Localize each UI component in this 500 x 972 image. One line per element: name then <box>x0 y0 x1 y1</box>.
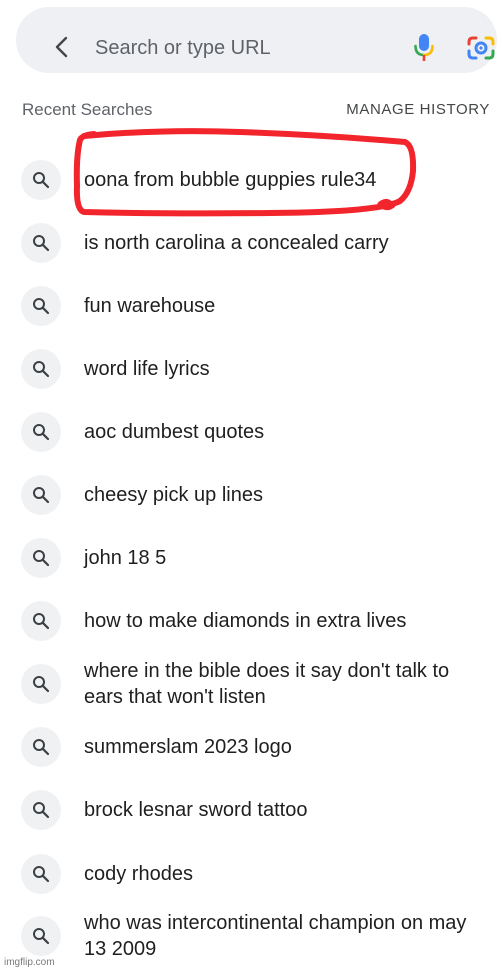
history-item-text: brock lesnar sword tattoo <box>84 799 308 821</box>
history-item-text: where in the bible does it say don't tal… <box>84 660 450 708</box>
search-icon <box>21 349 61 389</box>
history-item[interactable]: where in the bible does it say don't tal… <box>0 660 500 708</box>
google-lens-icon[interactable] <box>465 34 497 62</box>
search-icon <box>21 664 61 704</box>
history-item-text: fun warehouse <box>84 295 216 317</box>
history-item-text: summerslam 2023 logo <box>84 736 292 758</box>
search-icon <box>21 790 61 830</box>
search-icon <box>21 854 61 894</box>
imgflip-watermark: imgflip.com <box>4 957 55 968</box>
history-item-text: how to make diamonds in extra lives <box>84 610 407 632</box>
back-arrow-icon[interactable] <box>50 34 74 60</box>
history-item-text: is north carolina a concealed carry <box>84 232 389 254</box>
history-item-text: aoc dumbest quotes <box>84 421 265 443</box>
history-item[interactable]: how to make diamonds in extra lives <box>0 601 500 641</box>
history-item[interactable]: brock lesnar sword tattoo <box>0 790 500 830</box>
history-item[interactable]: summerslam 2023 logo <box>0 727 500 767</box>
search-icon <box>21 601 61 641</box>
history-item[interactable]: john 18 5 <box>0 538 500 578</box>
search-icon <box>21 223 61 263</box>
history-item[interactable]: fun warehouse <box>0 286 500 326</box>
history-item-text: word life lyrics <box>84 358 210 380</box>
history-item[interactable]: cody rhodes <box>0 854 500 894</box>
red-highlight-scribble <box>73 128 417 217</box>
history-item[interactable]: aoc dumbest quotes <box>0 412 500 452</box>
search-icon <box>21 412 61 452</box>
search-icon <box>21 727 61 767</box>
history-item[interactable]: who was intercontinental champion on may… <box>0 912 500 960</box>
search-bar[interactable] <box>16 7 497 73</box>
search-icon <box>21 916 61 956</box>
search-icon <box>21 160 61 200</box>
recent-searches-heading: Recent Searches <box>22 100 153 119</box>
search-icon <box>21 475 61 515</box>
history-item[interactable]: is north carolina a concealed carry <box>0 223 500 263</box>
history-item-text: cheesy pick up lines <box>84 484 263 506</box>
manage-history-link[interactable]: MANAGE HISTORY <box>346 101 490 118</box>
url-search-input[interactable] <box>95 34 395 62</box>
history-item-text: who was intercontinental champion on may… <box>84 912 467 960</box>
history-item-text: cody rhodes <box>84 863 193 885</box>
search-icon <box>21 538 61 578</box>
search-icon <box>21 286 61 326</box>
history-item[interactable]: cheesy pick up lines <box>0 475 500 515</box>
history-item[interactable]: word life lyrics <box>0 349 500 389</box>
microphone-icon[interactable] <box>413 33 435 63</box>
history-item-text: john 18 5 <box>84 547 167 569</box>
